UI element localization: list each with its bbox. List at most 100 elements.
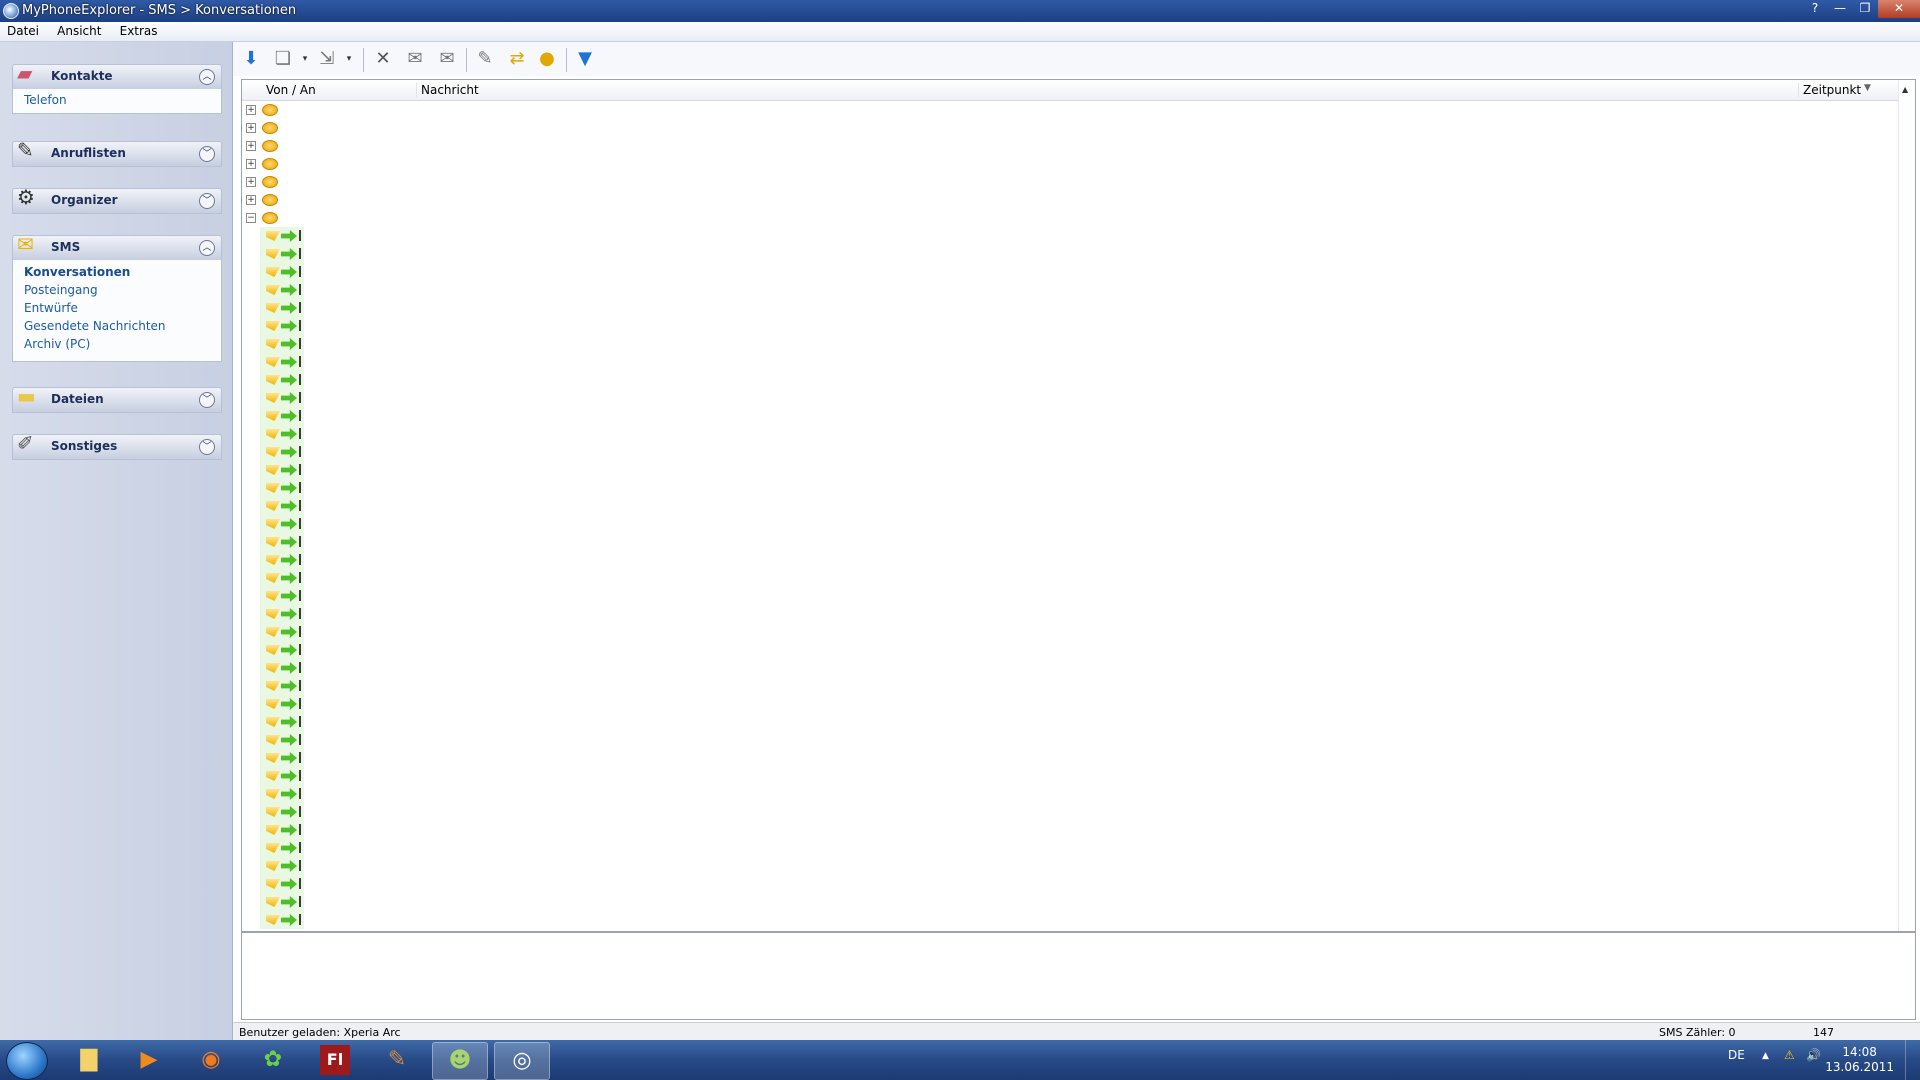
conversation-row[interactable]: + [242, 173, 304, 191]
delete-icon[interactable]: ✕ [371, 47, 395, 71]
chevron-down-icon[interactable]: ﹀ [199, 146, 215, 162]
conversation-row[interactable]: + [242, 101, 304, 119]
copy-dropdown-icon[interactable]: ▾ [293, 47, 317, 71]
chevron-down-icon[interactable]: ﹀ [199, 439, 215, 455]
sidebar-item-konversationen[interactable]: Konversationen [13, 263, 221, 281]
clock[interactable]: 14:08 13.06.2011 [1825, 1045, 1894, 1075]
export-dropdown-icon[interactable]: ▾ [337, 47, 361, 71]
show-desktop-button[interactable] [1905, 1040, 1920, 1080]
panel-organizer-header[interactable]: ⚙ Organizer ﹀ [12, 185, 222, 214]
message-row[interactable] [242, 461, 304, 479]
message-row[interactable] [242, 425, 304, 443]
tray-expand-icon[interactable]: ▲ [1762, 1051, 1769, 1061]
sync-icon[interactable]: ⇄ [505, 47, 529, 71]
firefox-icon[interactable]: ◉ [184, 1042, 238, 1078]
panel-sonstiges-header[interactable]: ✐ Sonstiges ﹀ [12, 431, 222, 460]
media-player-icon[interactable]: ▶ [122, 1042, 176, 1078]
conversation-row[interactable]: + [242, 119, 304, 137]
message-row[interactable] [242, 875, 304, 893]
message-row[interactable] [242, 317, 304, 335]
menu-extras[interactable]: Extras [113, 22, 165, 40]
message-row[interactable] [242, 353, 304, 371]
expand-plus-icon[interactable]: + [246, 177, 256, 187]
network-warning-icon[interactable]: ⚠ [1784, 1048, 1795, 1062]
flash-icon[interactable]: Fl [320, 1045, 350, 1075]
message-row[interactable] [242, 443, 304, 461]
message-row[interactable] [242, 497, 304, 515]
panel-kontakte-header[interactable]: ▰ Kontakte ︿ [12, 61, 222, 90]
sort-down-icon[interactable]: ▼ [1864, 83, 1871, 93]
conversation-row[interactable]: + [242, 191, 304, 209]
message-row[interactable] [242, 479, 304, 497]
icq-flower-icon[interactable]: ✿ [246, 1042, 300, 1078]
message-row[interactable] [242, 857, 304, 875]
message-row[interactable] [242, 749, 304, 767]
message-row[interactable] [242, 389, 304, 407]
new-sms-icon[interactable]: ● [535, 47, 559, 71]
message-row[interactable] [242, 641, 304, 659]
export-icon[interactable]: ⇲ [315, 47, 339, 71]
message-row[interactable] [242, 821, 304, 839]
volume-icon[interactable]: 🔊 [1806, 1048, 1821, 1062]
message-row[interactable] [242, 371, 304, 389]
close-button[interactable]: ✕ [1878, 0, 1920, 18]
message-row[interactable] [242, 587, 304, 605]
sidebar-item-telefon[interactable]: Telefon [13, 91, 221, 109]
users-icon[interactable]: ☻ [432, 1042, 488, 1080]
chevron-up-icon[interactable]: ︿ [199, 69, 215, 85]
message-row[interactable] [242, 785, 304, 803]
message-row[interactable] [242, 659, 304, 677]
scroll-up-icon[interactable]: ▲ [1902, 85, 1908, 94]
message-row[interactable] [242, 245, 304, 263]
start-button[interactable] [6, 1042, 48, 1080]
expand-plus-icon[interactable]: + [246, 141, 256, 151]
expand-plus-icon[interactable]: + [246, 105, 256, 115]
menu-ansicht[interactable]: Ansicht [50, 22, 108, 40]
reply-icon[interactable]: ✉ [403, 47, 427, 71]
explorer-folder-icon[interactable]: ▇ [62, 1042, 116, 1078]
message-row[interactable] [242, 335, 304, 353]
download-arrow-icon[interactable]: ⬇ [239, 47, 263, 71]
message-row[interactable] [242, 623, 304, 641]
conversation-row[interactable]: + [242, 137, 304, 155]
collapse-minus-icon[interactable]: − [246, 213, 256, 223]
message-row[interactable] [242, 695, 304, 713]
filter-icon[interactable]: ▼ [573, 47, 597, 71]
vertical-scrollbar[interactable]: ▲ [1898, 80, 1915, 931]
message-row[interactable] [242, 227, 304, 245]
message-row[interactable] [242, 551, 304, 569]
message-row[interactable] [242, 569, 304, 587]
restore-button[interactable]: ❐ [1853, 0, 1877, 18]
language-indicator[interactable]: DE [1728, 1048, 1745, 1062]
chevron-down-icon[interactable]: ﹀ [199, 193, 215, 209]
forward-icon[interactable]: ✉ [435, 47, 459, 71]
sidebar-item-entwuerfe[interactable]: Entwürfe [13, 299, 221, 317]
message-row[interactable] [242, 803, 304, 821]
message-row[interactable] [242, 893, 304, 911]
menu-datei[interactable]: Datei [0, 22, 46, 40]
panel-sms-header[interactable]: ✉ SMS ︿ [12, 232, 222, 261]
expand-plus-icon[interactable]: + [246, 159, 256, 169]
message-row[interactable] [242, 839, 304, 857]
message-row[interactable] [242, 299, 304, 317]
message-row[interactable] [242, 281, 304, 299]
chevron-up-icon[interactable]: ︿ [199, 240, 215, 256]
myphoneexplorer-task-icon[interactable]: ◎ [494, 1042, 550, 1080]
message-row[interactable] [242, 731, 304, 749]
message-row[interactable] [242, 767, 304, 785]
message-row[interactable] [242, 407, 304, 425]
expand-plus-icon[interactable]: + [246, 123, 256, 133]
edit-icon[interactable]: ✎ [473, 47, 497, 71]
sidebar-item-archiv-pc[interactable]: Archiv (PC) [13, 335, 221, 353]
help-button[interactable]: ? [1803, 0, 1827, 18]
message-row[interactable] [242, 713, 304, 731]
panel-dateien-header[interactable]: ▬ Dateien ﹀ [12, 384, 222, 413]
panel-anruflisten-header[interactable]: ✎ Anruflisten ﹀ [12, 138, 222, 167]
conversation-row-expanded[interactable]: − [242, 209, 304, 227]
message-row[interactable] [242, 677, 304, 695]
minimize-button[interactable]: — [1828, 0, 1852, 18]
message-row[interactable] [242, 515, 304, 533]
chevron-down-icon[interactable]: ﹀ [199, 392, 215, 408]
conversation-row[interactable]: + [242, 155, 304, 173]
column-von-an[interactable]: Von / An [266, 83, 316, 97]
